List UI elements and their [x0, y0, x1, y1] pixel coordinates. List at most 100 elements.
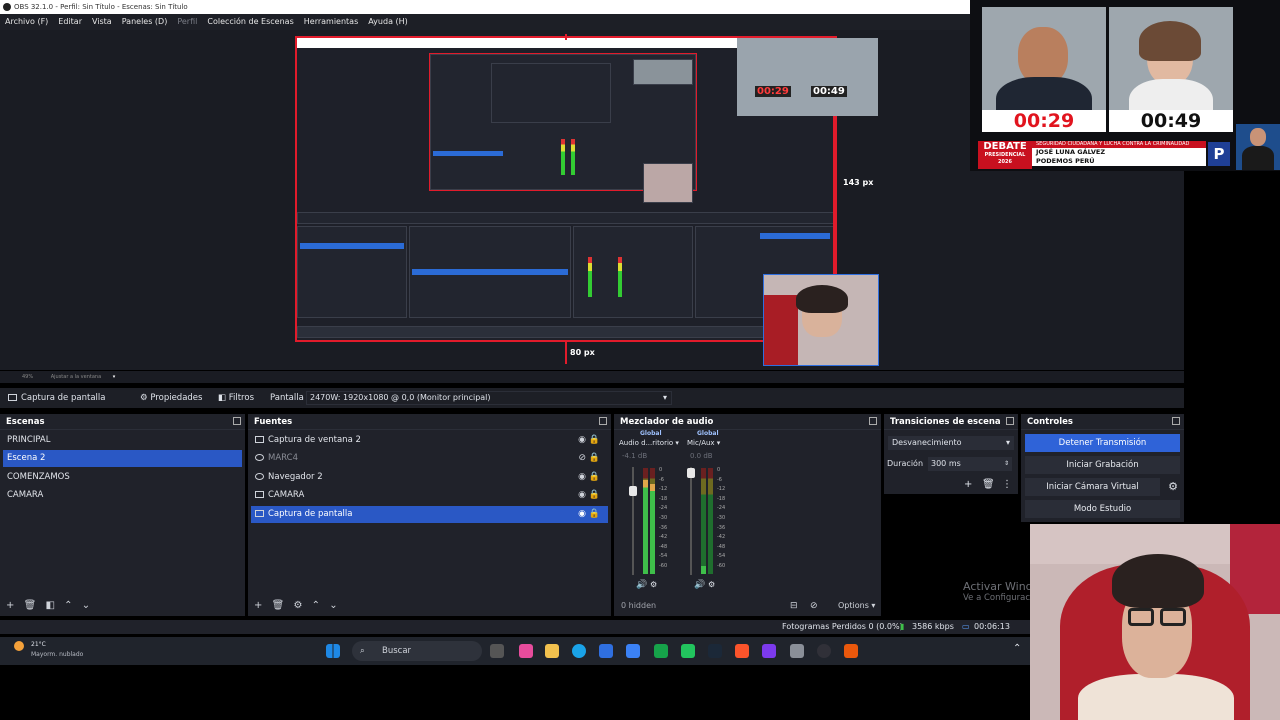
- eye-icon[interactable]: ◉: [578, 432, 586, 449]
- weather-desc[interactable]: Mayorm. nublado: [31, 651, 83, 658]
- ch1-mute-icon[interactable]: 🔊: [636, 580, 647, 590]
- ch1-fader-track[interactable]: [632, 467, 634, 575]
- ch1-settings-icon[interactable]: ⚙: [650, 580, 657, 589]
- start-recording-button[interactable]: Iniciar Grabación: [1025, 456, 1180, 474]
- xbox-icon[interactable]: [654, 644, 668, 658]
- sheets-icon[interactable]: [681, 644, 695, 658]
- options-button[interactable]: Options ▾: [832, 596, 875, 616]
- steam-icon[interactable]: [708, 644, 722, 658]
- chevron-up-icon[interactable]: ⌃: [1013, 643, 1021, 654]
- ch2-mute-icon[interactable]: 🔊: [694, 580, 705, 590]
- ch2-name[interactable]: Mic/Aux ▾: [687, 439, 720, 447]
- popout-icon[interactable]: [599, 417, 607, 425]
- trash-icon[interactable]: 🗑: [24, 600, 37, 611]
- menu-coleccion-escenas[interactable]: Colección de Escenas: [207, 14, 293, 30]
- windows-start-icon[interactable]: [326, 644, 340, 658]
- lock-icon[interactable]: 🔒: [589, 487, 600, 504]
- source-item[interactable]: Navegador 2 ◉ 🔒: [251, 469, 608, 486]
- menu-paneles[interactable]: Paneles (D): [122, 14, 168, 30]
- ch1-meter-l-level: [643, 480, 648, 574]
- link-icon[interactable]: ⊘: [810, 596, 818, 616]
- ch2-settings-icon[interactable]: ⚙: [708, 580, 715, 589]
- mail-icon[interactable]: [626, 644, 640, 658]
- add-icon[interactable]: +: [254, 600, 262, 611]
- popout-icon[interactable]: [233, 417, 241, 425]
- hair-shape: [796, 285, 848, 313]
- menu-herramientas[interactable]: Herramientas: [304, 14, 359, 30]
- gear-icon[interactable]: ⚙: [1168, 480, 1178, 493]
- arrow-up-icon[interactable]: ⌃: [312, 600, 320, 611]
- lock-icon[interactable]: 🔒: [589, 450, 600, 467]
- eye-icon[interactable]: ◉: [578, 506, 586, 523]
- add-icon[interactable]: +: [6, 600, 14, 611]
- sources-header: Fuentes: [248, 414, 611, 430]
- discord-icon[interactable]: [762, 644, 776, 658]
- source-item-selected[interactable]: Captura de pantalla ◉ 🔒: [251, 506, 608, 523]
- eye-off-icon[interactable]: ⊘: [578, 450, 586, 467]
- properties-button[interactable]: ⚙ Propiedades: [136, 390, 206, 406]
- hair: [1112, 554, 1204, 608]
- zoom-level[interactable]: 49%: [22, 374, 33, 380]
- eye-icon[interactable]: ◉: [578, 487, 586, 504]
- menu-perfil[interactable]: Perfil: [177, 14, 197, 30]
- ch1-fader-handle[interactable]: [629, 486, 637, 496]
- ch2-fader-track[interactable]: [690, 467, 692, 575]
- app-icon[interactable]: [519, 644, 533, 658]
- studio-mode-button[interactable]: Modo Estudio: [1025, 500, 1180, 518]
- eye-icon[interactable]: ◉: [578, 469, 586, 486]
- more-icon[interactable]: ⋮: [1002, 479, 1012, 490]
- popout-icon[interactable]: [1172, 417, 1180, 425]
- trash-icon[interactable]: 🗑: [272, 600, 285, 611]
- popout-icon[interactable]: [1006, 417, 1014, 425]
- filter-icon[interactable]: ◧: [45, 600, 54, 611]
- taskbar-search[interactable]: ⌕ Buscar: [352, 641, 482, 661]
- filters-button[interactable]: ◧ Filtros: [214, 390, 258, 406]
- arrow-down-icon[interactable]: ⌄: [82, 600, 90, 611]
- store-icon[interactable]: [599, 644, 613, 658]
- arrow-up-icon[interactable]: ⌃: [64, 600, 72, 611]
- lock-icon[interactable]: 🔒: [589, 469, 600, 486]
- lock-icon[interactable]: 🔒: [589, 506, 600, 523]
- add-icon[interactable]: +: [964, 479, 972, 490]
- virtual-camera-button[interactable]: Iniciar Cámara Virtual: [1025, 478, 1160, 496]
- transition-select[interactable]: Desvanecimiento ▾: [888, 436, 1014, 450]
- debate-source-thumbnail[interactable]: 00:29 00:49: [737, 38, 878, 116]
- edge-icon[interactable]: [572, 644, 586, 658]
- ch2-fader-handle[interactable]: [687, 468, 695, 478]
- stop-stream-button[interactable]: Detener Transmisión: [1025, 434, 1180, 452]
- layout-icon[interactable]: ⊟: [790, 596, 798, 616]
- obs-icon[interactable]: [817, 644, 831, 658]
- menu-vista[interactable]: Vista: [92, 14, 112, 30]
- menu-ayuda[interactable]: Ayuda (H): [368, 14, 408, 30]
- source-item[interactable]: MARC4 ⊘ 🔒: [251, 450, 608, 467]
- chevron-down-icon[interactable]: ▾: [113, 374, 116, 380]
- source-item[interactable]: CAMARA ◉ 🔒: [251, 487, 608, 504]
- webcam-source-thumbnail[interactable]: [763, 274, 879, 366]
- menu-editar[interactable]: Editar: [58, 14, 82, 30]
- popout-icon[interactable]: [869, 417, 877, 425]
- source-item[interactable]: Captura de ventana 2 ◉ 🔒: [251, 432, 608, 449]
- display-select[interactable]: 2470W: 1920x1080 @ 0,0 (Monitor principa…: [306, 391, 672, 405]
- windows-taskbar: 21°C Mayorm. nublado: [0, 637, 1030, 665]
- app-icon[interactable]: [844, 644, 858, 658]
- ch1-name[interactable]: Audio d...ritorio ▾: [619, 439, 683, 447]
- spin-icon[interactable]: ⇕: [1004, 457, 1009, 471]
- scene-item-selected[interactable]: Escena 2: [3, 450, 242, 467]
- bitrate: 3586 kbps: [912, 622, 954, 631]
- scene-item[interactable]: PRINCIPAL: [3, 432, 242, 449]
- scene-item[interactable]: COMENZAMOS: [3, 469, 242, 486]
- brave-icon[interactable]: [735, 644, 749, 658]
- trash-icon[interactable]: 🗑: [982, 479, 995, 490]
- arrow-down-icon[interactable]: ⌄: [329, 600, 337, 611]
- menu-archivo[interactable]: Archivo (F): [5, 14, 48, 30]
- task-view-icon[interactable]: [490, 644, 504, 658]
- lock-icon[interactable]: 🔒: [589, 432, 600, 449]
- nested-meter: [561, 139, 565, 175]
- gear-icon[interactable]: ⚙: [293, 600, 302, 611]
- file-explorer-icon[interactable]: [545, 644, 559, 658]
- fit-window-select[interactable]: Ajustar a la ventana: [51, 374, 101, 380]
- weather-temp[interactable]: 21°C: [31, 641, 46, 648]
- scene-item[interactable]: CAMARA: [3, 487, 242, 504]
- settings-icon[interactable]: [790, 644, 804, 658]
- duration-input[interactable]: 300 ms ⇕: [928, 457, 1012, 471]
